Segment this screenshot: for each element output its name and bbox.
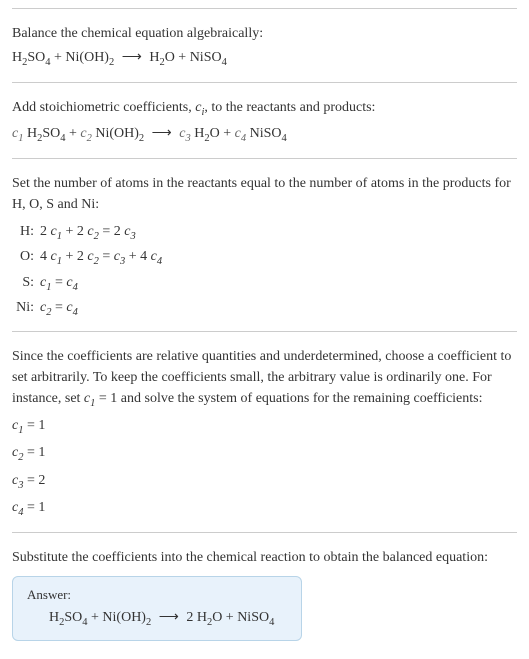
row-ni-label: Ni: (12, 297, 40, 321)
section-atom-balance: Set the number of atoms in the reactants… (12, 158, 517, 331)
answer-label: Answer: (27, 587, 287, 603)
row-h-label: H: (12, 221, 40, 245)
row-o-eq: 4 c1 + 2 c2 = c3 + 4 c4 (40, 246, 517, 270)
arrow-icon: ⟶ (152, 122, 172, 146)
product-h2o-niso4: H2O + NiSO4 (149, 50, 227, 65)
ans-products: 2 H2O + NiSO4 (186, 610, 274, 625)
row-h-eq: 2 c1 + 2 c2 = 2 c3 (40, 221, 517, 245)
arrow-icon: ⟶ (122, 46, 142, 70)
c1-value: c1 = 1 (12, 414, 517, 440)
ans-reactants: H2SO4 + Ni(OH)2 (49, 610, 151, 625)
unbalanced-equation: H2SO4 + Ni(OH)2 ⟶ H2O + NiSO4 (12, 46, 517, 72)
coef-intro: Add stoichiometric coefficients, ci, to … (12, 97, 517, 121)
row-ni-eq: c2 = c4 (40, 297, 517, 321)
answer-box: Answer: H2SO4 + Ni(OH)2 ⟶ 2 H2O + NiSO4 (12, 576, 302, 641)
row-o-label: O: (12, 246, 40, 270)
c2: c2 (80, 126, 91, 141)
solve-intro: Since the coefficients are relative quan… (12, 346, 517, 412)
c3: c3 (179, 126, 190, 141)
balance-intro: Set the number of atoms in the reactants… (12, 173, 517, 215)
section-add-coefficients: Add stoichiometric coefficients, ci, to … (12, 82, 517, 158)
arrow-icon: ⟶ (159, 609, 179, 626)
section-solve: Since the coefficients are relative quan… (12, 331, 517, 532)
reactant-nioh2: + Ni(OH)2 (51, 50, 115, 65)
c1: c1 (12, 126, 23, 141)
problem-intro: Balance the chemical equation algebraica… (12, 23, 517, 44)
row-s-label: S: (12, 272, 40, 296)
equation-with-coefs: c1 H2SO4 + c2 Ni(OH)2 ⟶ c3 H2O + c4 NiSO… (12, 122, 517, 148)
c2-value: c2 = 1 (12, 441, 517, 467)
section-answer: Substitute the coefficients into the che… (12, 532, 517, 651)
c4: c4 (235, 126, 246, 141)
answer-intro: Substitute the coefficients into the che… (12, 547, 517, 568)
balance-table: H: 2 c1 + 2 c2 = 2 c3 O: 4 c1 + 2 c2 = c… (12, 221, 517, 321)
row-s-eq: c1 = c4 (40, 272, 517, 296)
reactant-h2so4: H2SO4 (12, 50, 51, 65)
balanced-equation: H2SO4 + Ni(OH)2 ⟶ 2 H2O + NiSO4 (27, 609, 287, 628)
c3-value: c3 = 2 (12, 469, 517, 495)
section-problem: Balance the chemical equation algebraica… (12, 8, 517, 82)
c4-value: c4 = 1 (12, 496, 517, 522)
cset: c1 (84, 391, 95, 406)
